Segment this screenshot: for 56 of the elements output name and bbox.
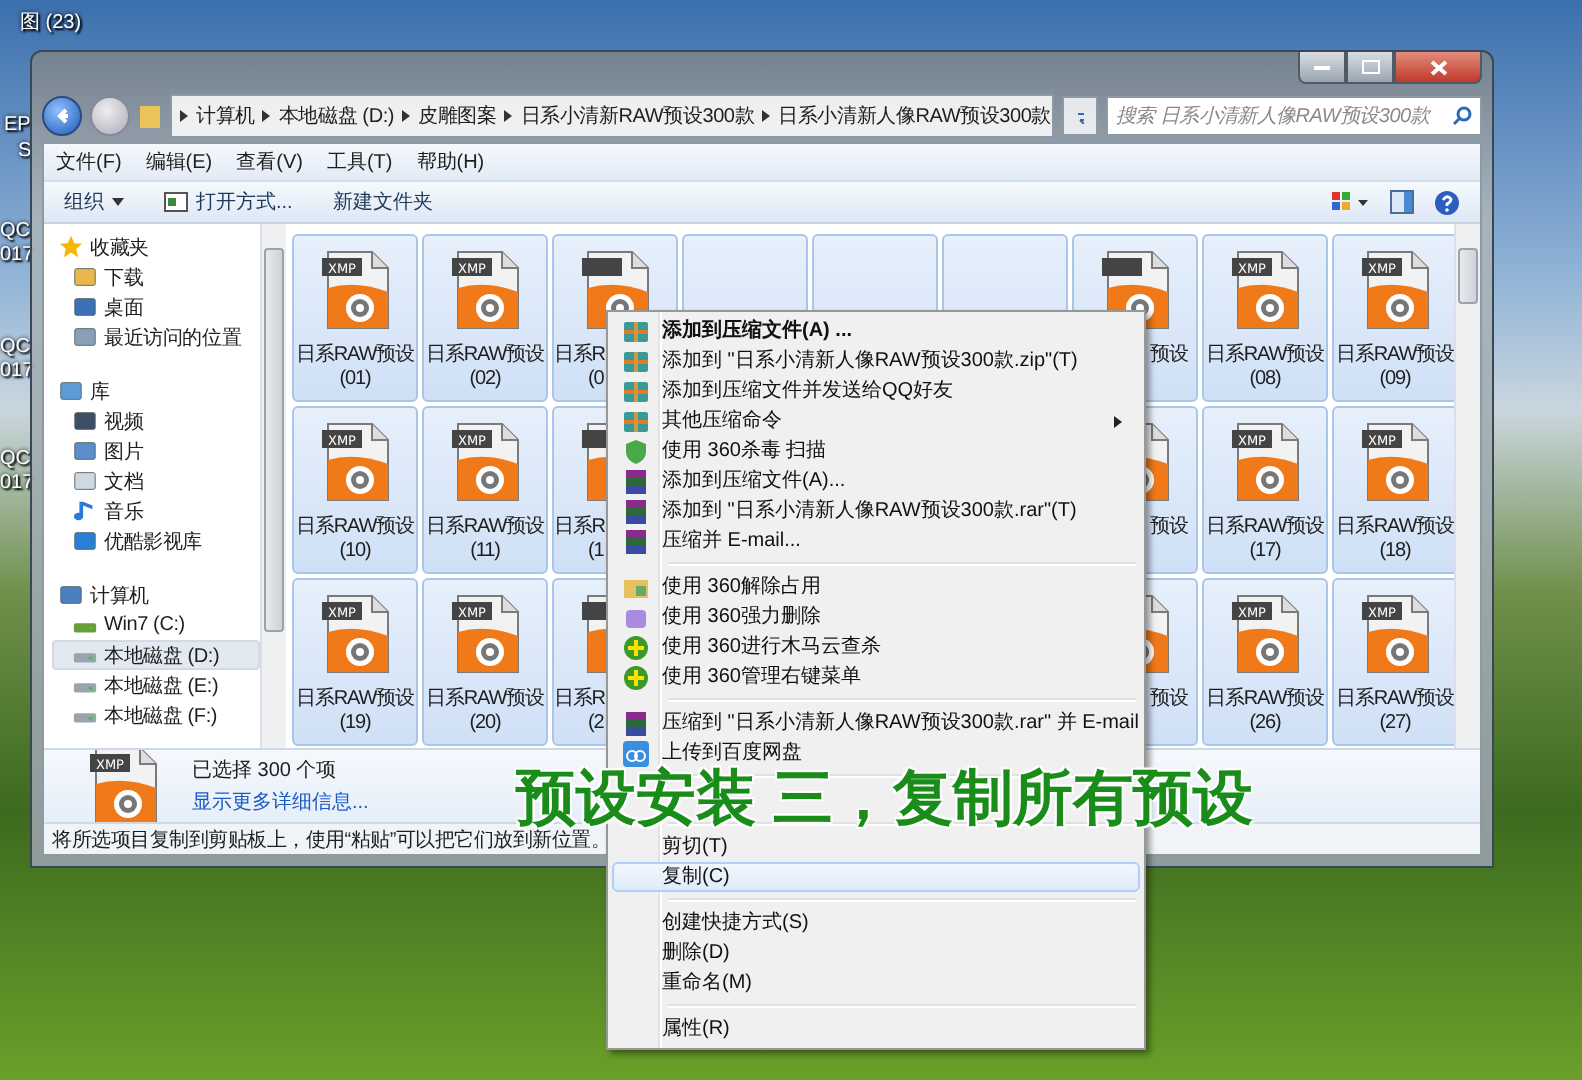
file-name: 日系RAW预设 (296, 344, 414, 368)
desktop-icon-label: QC (0, 336, 30, 358)
nav-label: 计算机 (90, 583, 149, 609)
file-name: 预设 (1150, 688, 1190, 712)
file-number: (18) (1379, 540, 1411, 564)
file-number: (11) (470, 540, 500, 564)
file-number: (17) (1249, 540, 1281, 564)
file-name: 预设 (1150, 516, 1190, 540)
nav-label: 音乐 (104, 499, 144, 525)
selection-count: 已选择 300 个项 (192, 757, 339, 784)
desktop-icon-label: QC (0, 220, 30, 242)
nav-label: 库 (90, 379, 110, 405)
nav-label: 本地磁盘 (F:) (104, 703, 218, 729)
file-number: (09) (1379, 368, 1411, 392)
file-name: 预设 (1150, 344, 1190, 368)
nav-label: 本地磁盘 (D:) (104, 643, 220, 669)
caption-text: 预设安装 三，复制所有预设 (516, 770, 1253, 828)
file-name: 日系RAW预设 (1336, 516, 1454, 540)
file-number: (1 (588, 540, 604, 564)
nav-label: 本地磁盘 (E:) (104, 673, 219, 699)
file-name: 日系RAW预设 (1206, 688, 1324, 712)
file-number: (19) (339, 712, 371, 736)
file-name: 日系RAW预设 (426, 688, 544, 712)
nav-label: 视频 (104, 409, 144, 435)
file-name: 日系RAW预设 (426, 344, 544, 368)
nav-label: 图片 (104, 439, 144, 465)
desktop-icon-label: QC (0, 448, 30, 470)
desktop-icon-label: S (18, 140, 32, 162)
file-name: 日系RAW预设 (1336, 688, 1454, 712)
file-name: 日系R (554, 516, 605, 540)
file-name: 日系RAW预设 (1206, 516, 1324, 540)
desktop-icon-label: EP (4, 114, 31, 136)
nav-label: 文档 (104, 469, 144, 495)
file-name: 日系RAW预设 (1336, 344, 1454, 368)
file-number: (01) (339, 368, 371, 392)
file-name: 日系R (554, 688, 605, 712)
nav-label: 收藏夹 (90, 235, 149, 261)
file-number: (0 (588, 368, 604, 392)
nav-label: Win7 (C:) (104, 614, 185, 636)
file-number: (02) (469, 368, 501, 392)
file-number: (26) (1249, 712, 1281, 736)
nav-label: 最近访问的位置 (104, 325, 242, 351)
file-name: 日系RAW预设 (1206, 344, 1324, 368)
file-name: 日系RAW预设 (426, 516, 544, 540)
file-name: 日系R (554, 344, 605, 368)
nav-label: 下载 (104, 265, 144, 291)
file-number: (27) (1379, 712, 1411, 736)
file-number: (08) (1249, 368, 1281, 392)
file-number: (2 (588, 712, 604, 736)
file-number: (20) (469, 712, 501, 736)
nav-label: 优酷影视库 (104, 529, 203, 555)
file-name: 日系RAW预设 (296, 516, 414, 540)
file-number: (10) (339, 540, 371, 564)
nav-label: 桌面 (104, 295, 144, 321)
file-name: 日系RAW预设 (296, 688, 414, 712)
desktop-icon-label: 图 (23) (20, 10, 82, 36)
